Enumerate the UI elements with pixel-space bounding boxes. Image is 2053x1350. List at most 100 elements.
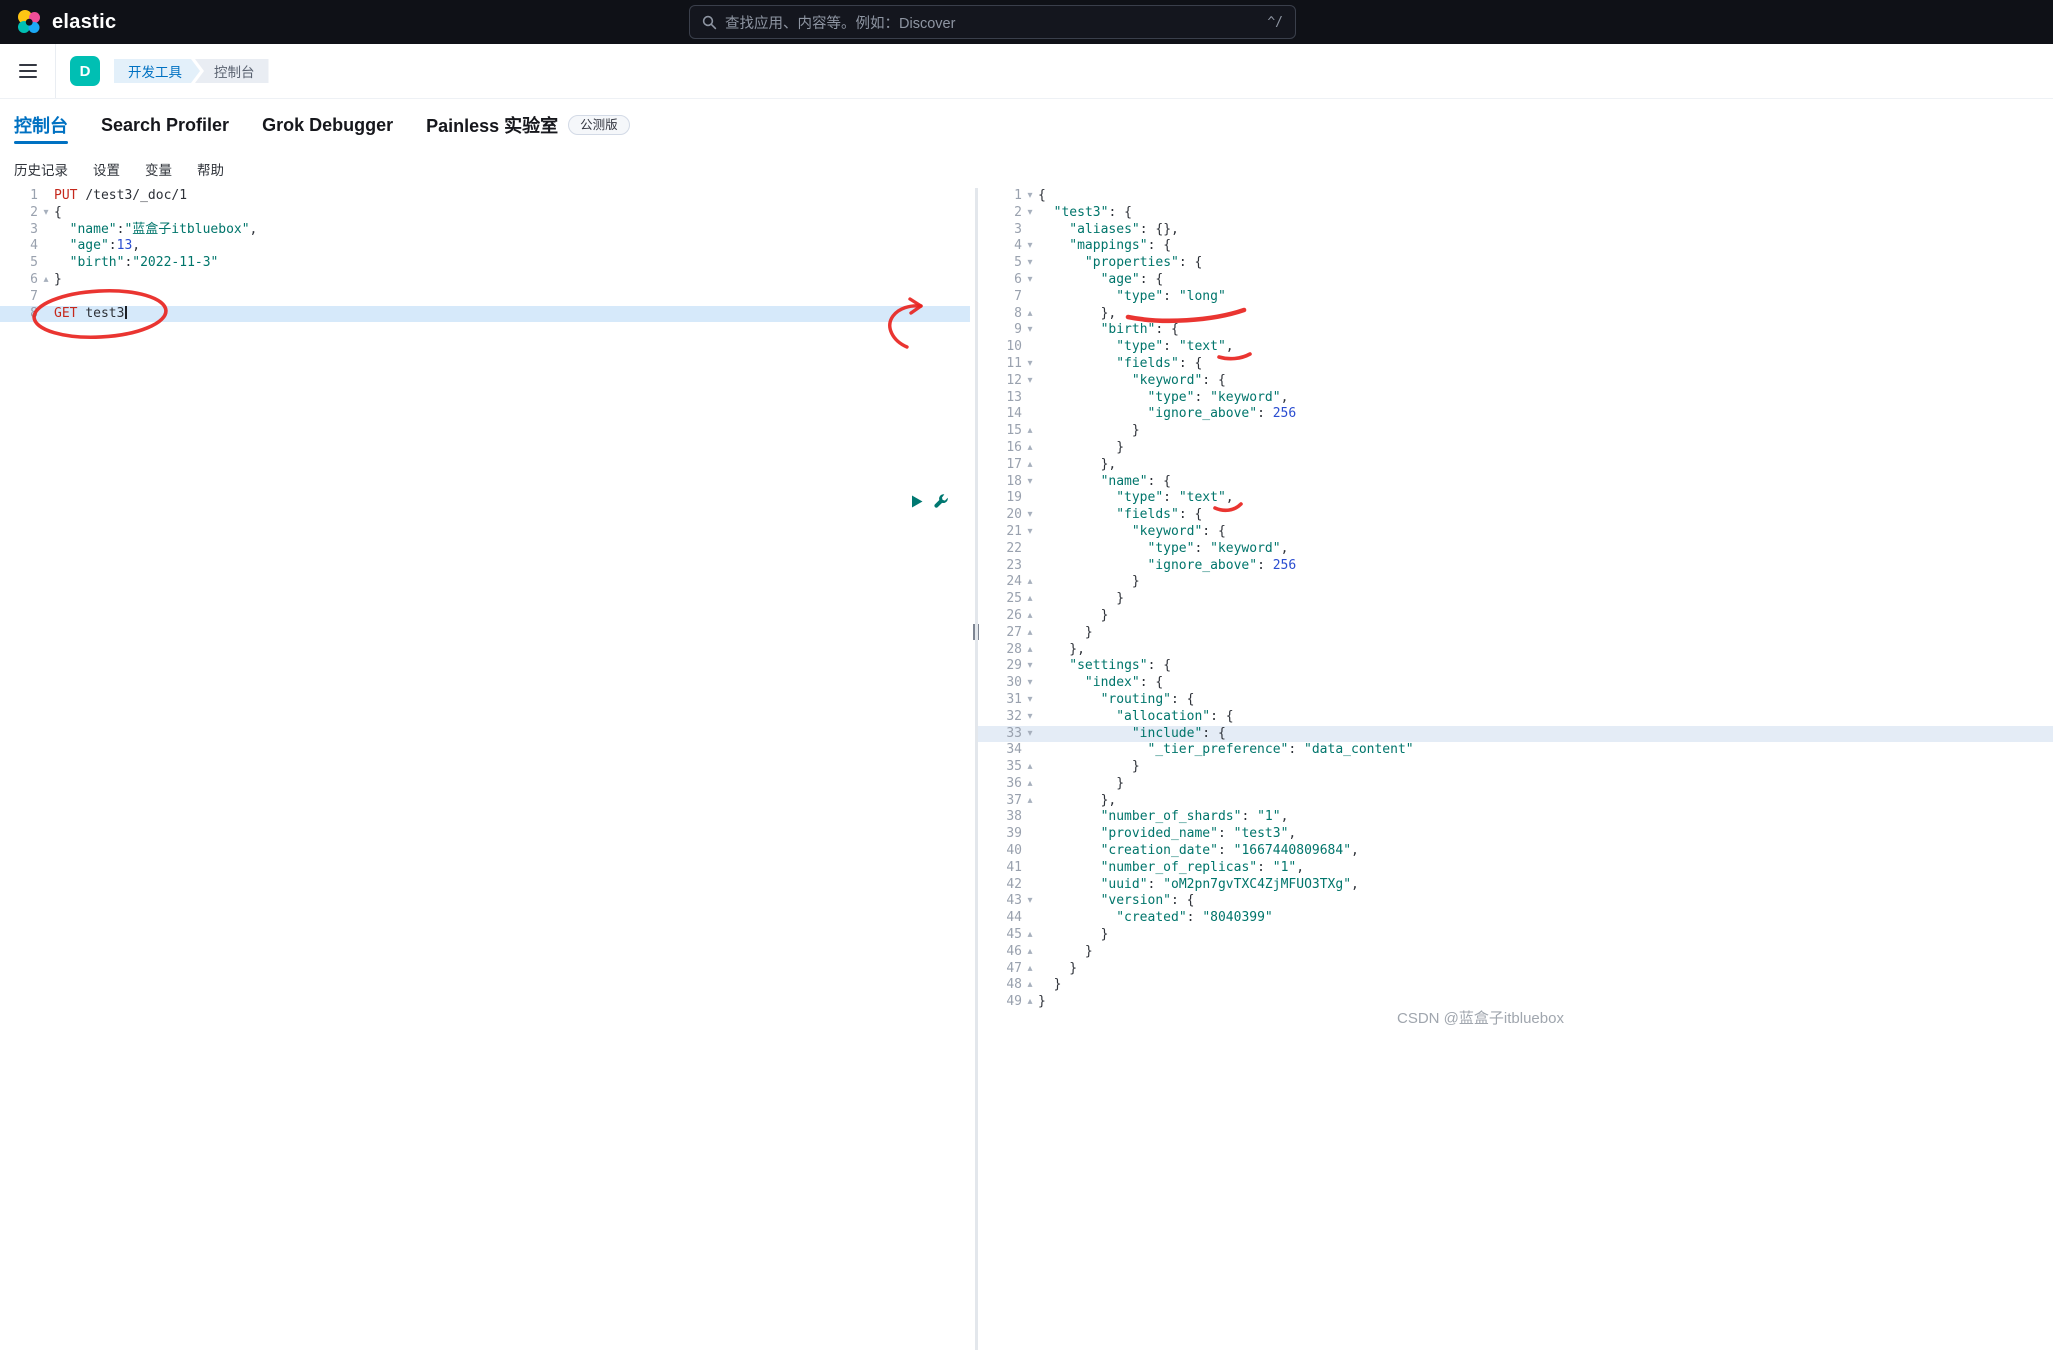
- fold-toggle-icon[interactable]: ▴: [1022, 591, 1038, 608]
- code-line[interactable]: 31▾"routing": {: [978, 692, 2053, 709]
- code-line[interactable]: 6▾"age": {: [978, 272, 2053, 289]
- breadcrumb-console[interactable]: 控制台: [195, 59, 269, 83]
- fold-toggle-icon[interactable]: ▾: [1022, 726, 1038, 743]
- request-options-button[interactable]: [933, 493, 949, 509]
- code-line[interactable]: 29▾"settings": {: [978, 658, 2053, 675]
- elastic-home-link[interactable]: elastic: [0, 9, 116, 35]
- code-line[interactable]: 22"type": "keyword",: [978, 541, 2053, 558]
- code-line[interactable]: 24▴}: [978, 574, 2053, 591]
- code-line[interactable]: 30▾"index": {: [978, 675, 2053, 692]
- fold-toggle-icon[interactable]: ▾: [38, 205, 54, 222]
- menu-history[interactable]: 历史记录: [14, 159, 68, 179]
- fold-toggle-icon[interactable]: ▴: [1022, 994, 1038, 1011]
- code-line[interactable]: 35▴}: [978, 759, 2053, 776]
- fold-toggle-icon[interactable]: ▴: [1022, 944, 1038, 961]
- fold-toggle-icon[interactable]: ▾: [1022, 373, 1038, 390]
- code-line[interactable]: 9▾"birth": {: [978, 322, 2053, 339]
- request-editor[interactable]: 1PUT /test3/_doc/12▾{3 "name":"蓝盒子itblue…: [0, 188, 970, 1350]
- code-line[interactable]: 48▴}: [978, 977, 2053, 994]
- fold-toggle-icon[interactable]: ▾: [1022, 272, 1038, 289]
- code-line[interactable]: 8GET test3: [0, 306, 970, 323]
- fold-toggle-icon[interactable]: ▴: [1022, 574, 1038, 591]
- fold-toggle-icon[interactable]: ▴: [1022, 793, 1038, 810]
- fold-toggle-icon[interactable]: ▾: [1022, 658, 1038, 675]
- code-line[interactable]: 27▴}: [978, 625, 2053, 642]
- space-badge[interactable]: D: [70, 56, 100, 86]
- code-line[interactable]: 18▾"name": {: [978, 474, 2053, 491]
- fold-toggle-icon[interactable]: ▾: [1022, 474, 1038, 491]
- fold-toggle-icon[interactable]: ▴: [1022, 977, 1038, 994]
- fold-toggle-icon[interactable]: ▾: [1022, 507, 1038, 524]
- fold-toggle-icon[interactable]: ▴: [38, 272, 54, 289]
- fold-toggle-icon[interactable]: ▴: [1022, 776, 1038, 793]
- code-line[interactable]: 8▴},: [978, 306, 2053, 323]
- code-line[interactable]: 14"ignore_above": 256: [978, 406, 2053, 423]
- send-request-button[interactable]: [910, 494, 924, 509]
- fold-toggle-icon[interactable]: ▾: [1022, 322, 1038, 339]
- global-search-input[interactable]: 查找应用、内容等。例如：Discover ^/: [689, 5, 1296, 39]
- fold-toggle-icon[interactable]: ▴: [1022, 961, 1038, 978]
- code-line[interactable]: 23"ignore_above": 256: [978, 558, 2053, 575]
- menu-toggle-button[interactable]: [0, 44, 56, 98]
- code-line[interactable]: 3 "name":"蓝盒子itbluebox",: [0, 222, 970, 239]
- code-line[interactable]: 36▴}: [978, 776, 2053, 793]
- response-viewer[interactable]: 1▾{2▾"test3": {3"aliases": {},4▾"mapping…: [978, 188, 2053, 1350]
- fold-toggle-icon[interactable]: ▴: [1022, 642, 1038, 659]
- code-line[interactable]: 26▴}: [978, 608, 2053, 625]
- fold-toggle-icon[interactable]: ▴: [1022, 759, 1038, 776]
- code-line[interactable]: 42"uuid": "oM2pn7gvTXC4ZjMFUO3TXg",: [978, 877, 2053, 894]
- breadcrumb-dev-tools[interactable]: 开发工具: [114, 59, 200, 83]
- menu-settings[interactable]: 设置: [93, 159, 120, 179]
- code-line[interactable]: 12▾"keyword": {: [978, 373, 2053, 390]
- code-line[interactable]: 11▾"fields": {: [978, 356, 2053, 373]
- code-line[interactable]: 16▴}: [978, 440, 2053, 457]
- code-line[interactable]: 25▴}: [978, 591, 2053, 608]
- code-line[interactable]: 5 "birth":"2022-11-3": [0, 255, 970, 272]
- fold-toggle-icon[interactable]: ▴: [1022, 423, 1038, 440]
- code-line[interactable]: 41"number_of_replicas": "1",: [978, 860, 2053, 877]
- code-line[interactable]: 10"type": "text",: [978, 339, 2053, 356]
- code-line[interactable]: 38"number_of_shards": "1",: [978, 809, 2053, 826]
- code-line[interactable]: 19"type": "text",: [978, 490, 2053, 507]
- code-line[interactable]: 17▴},: [978, 457, 2053, 474]
- code-line[interactable]: 37▴},: [978, 793, 2053, 810]
- code-line[interactable]: 47▴}: [978, 961, 2053, 978]
- code-line[interactable]: 40"creation_date": "1667440809684",: [978, 843, 2053, 860]
- code-line[interactable]: 5▾"properties": {: [978, 255, 2053, 272]
- fold-toggle-icon[interactable]: ▾: [1022, 238, 1038, 255]
- fold-toggle-icon[interactable]: ▾: [1022, 356, 1038, 373]
- fold-toggle-icon[interactable]: ▾: [1022, 188, 1038, 205]
- menu-variables[interactable]: 变量: [145, 159, 172, 179]
- code-line[interactable]: 2▾{: [0, 205, 970, 222]
- code-line[interactable]: 2▾"test3": {: [978, 205, 2053, 222]
- code-line[interactable]: 45▴}: [978, 927, 2053, 944]
- code-line[interactable]: 4▾"mappings": {: [978, 238, 2053, 255]
- fold-toggle-icon[interactable]: ▾: [1022, 205, 1038, 222]
- fold-toggle-icon[interactable]: ▾: [1022, 709, 1038, 726]
- code-line[interactable]: 20▾"fields": {: [978, 507, 2053, 524]
- fold-toggle-icon[interactable]: ▾: [1022, 675, 1038, 692]
- code-line[interactable]: 21▾"keyword": {: [978, 524, 2053, 541]
- code-line[interactable]: 33▾"include": {: [978, 726, 2053, 743]
- tab-grok-debugger[interactable]: Grok Debugger: [262, 98, 393, 152]
- fold-toggle-icon[interactable]: ▴: [1022, 927, 1038, 944]
- code-line[interactable]: 43▾"version": {: [978, 893, 2053, 910]
- code-line[interactable]: 7: [0, 289, 970, 306]
- tab-search-profiler[interactable]: Search Profiler: [101, 98, 229, 152]
- code-line[interactable]: 13"type": "keyword",: [978, 390, 2053, 407]
- code-line[interactable]: 28▴},: [978, 642, 2053, 659]
- code-line[interactable]: 15▴}: [978, 423, 2053, 440]
- code-line[interactable]: 1PUT /test3/_doc/1: [0, 188, 970, 205]
- fold-toggle-icon[interactable]: ▾: [1022, 893, 1038, 910]
- fold-toggle-icon[interactable]: ▴: [1022, 306, 1038, 323]
- fold-toggle-icon[interactable]: ▾: [1022, 524, 1038, 541]
- tab-console[interactable]: 控制台: [14, 98, 68, 152]
- fold-toggle-icon[interactable]: ▾: [1022, 692, 1038, 709]
- menu-help[interactable]: 帮助: [197, 159, 224, 179]
- fold-toggle-icon[interactable]: ▴: [1022, 625, 1038, 642]
- code-line[interactable]: 6▴}: [0, 272, 970, 289]
- code-line[interactable]: 7"type": "long": [978, 289, 2053, 306]
- code-line[interactable]: 4 "age":13,: [0, 238, 970, 255]
- code-line[interactable]: 39"provided_name": "test3",: [978, 826, 2053, 843]
- code-line[interactable]: 32▾"allocation": {: [978, 709, 2053, 726]
